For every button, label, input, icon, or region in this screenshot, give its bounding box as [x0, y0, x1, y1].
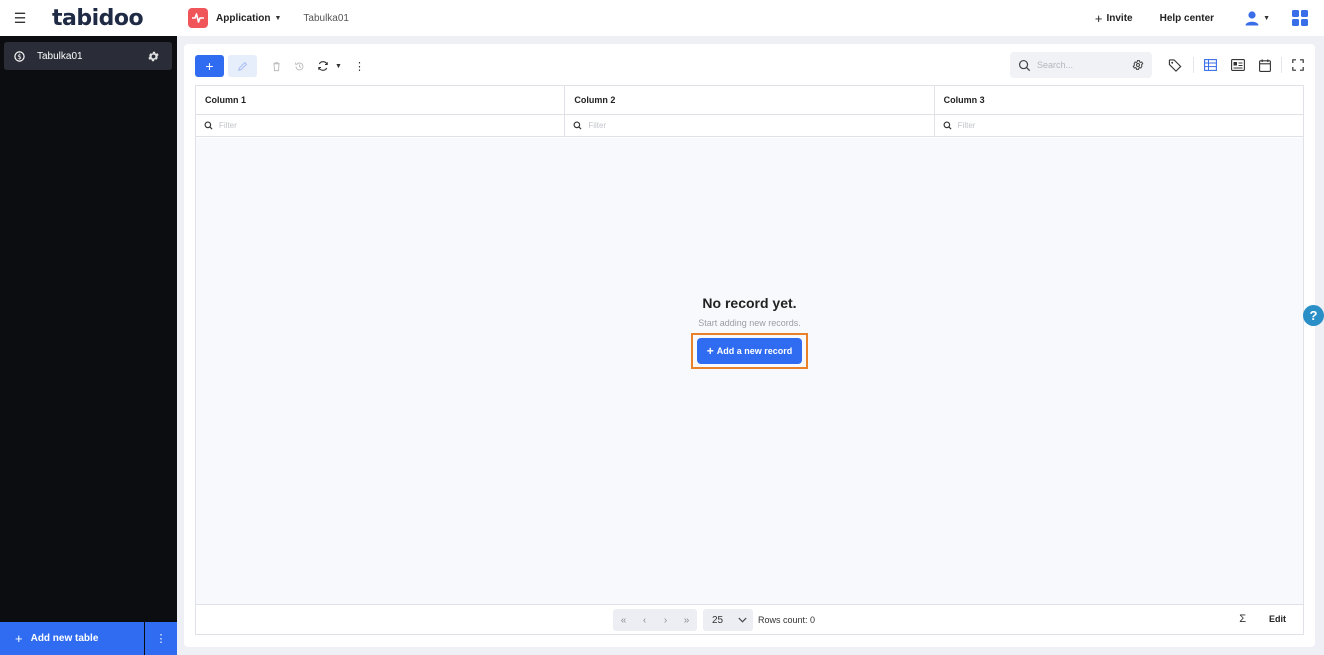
logo: tabidoo — [52, 5, 144, 31]
caret-down-icon[interactable]: ▼ — [335, 63, 342, 70]
filter-cell — [196, 115, 566, 136]
search-input[interactable] — [1037, 60, 1121, 70]
user-icon — [1245, 11, 1259, 26]
filter-input[interactable] — [588, 121, 789, 130]
invite-button[interactable]: + Invite — [1095, 11, 1133, 26]
divider — [1281, 57, 1282, 73]
table-icon: $ — [14, 50, 25, 62]
edit-footer-button[interactable]: Edit — [1269, 614, 1286, 624]
grid-view-icon[interactable] — [1204, 59, 1217, 71]
highlight-frame: + Add a new record — [690, 333, 809, 369]
grid-header: Column 1 Column 2 Column 3 — [196, 86, 1303, 115]
svg-text:$: $ — [17, 53, 21, 61]
help-icon[interactable]: ? — [1303, 305, 1324, 326]
app-name: Application — [216, 12, 271, 24]
grid-footer: « ‹ › » 25 Rows count: 0 Σ Edit — [196, 604, 1303, 634]
sigma-button[interactable]: Σ — [1239, 613, 1246, 625]
pager: « ‹ › » 25 Rows count: 0 — [613, 609, 815, 631]
next-page-icon[interactable]: › — [655, 609, 676, 631]
gear-icon[interactable] — [147, 50, 160, 63]
filter-input[interactable] — [219, 121, 419, 130]
plus-icon: + — [15, 631, 23, 646]
caret-down-icon: ▼ — [1263, 14, 1270, 22]
plus-icon: + — [1094, 10, 1103, 26]
sidebar: $ Tabulka01 + Add new table ⋮ — [0, 36, 177, 655]
filter-cell — [565, 115, 935, 136]
edit-button[interactable] — [228, 55, 257, 77]
column-header[interactable]: Column 2 — [565, 86, 935, 114]
add-new-record-label: Add a new record — [716, 346, 793, 356]
app-pulse-icon — [188, 8, 208, 28]
apps-grid-icon[interactable] — [1292, 10, 1308, 26]
grid-body: No record yet. Start adding new records.… — [196, 138, 1303, 604]
pencil-icon — [238, 61, 248, 71]
divider — [1193, 57, 1194, 73]
add-new-record-button[interactable]: + Add a new record — [696, 338, 803, 364]
toolbar: + ▼ ⋮ — [195, 55, 365, 77]
tag-icon[interactable] — [1168, 58, 1183, 73]
empty-title: No record yet. — [702, 295, 797, 311]
top-bar: ☰ tabidoo Application ▼ Tabulka01 + Invi… — [0, 0, 1324, 36]
prev-page-icon[interactable]: ‹ — [634, 609, 655, 631]
invite-label: Invite — [1106, 12, 1133, 24]
data-grid: Column 1 Column 2 Column 3 No record yet… — [195, 85, 1304, 635]
page-size-value: 25 — [712, 614, 724, 626]
column-header[interactable]: Column 1 — [196, 86, 566, 114]
refresh-icon[interactable]: ▼ — [317, 60, 342, 72]
empty-state: No record yet. Start adding new records.… — [196, 295, 1303, 369]
history-icon[interactable] — [294, 61, 305, 72]
search-box — [1010, 52, 1152, 78]
add-new-table-button[interactable]: + Add new table — [0, 622, 144, 655]
rows-count: Rows count: 0 — [758, 615, 816, 625]
caret-down-icon: ▼ — [274, 14, 282, 22]
page-size-select[interactable]: 25 — [703, 609, 753, 631]
app-selector[interactable]: Application ▼ — [216, 13, 281, 24]
menu-icon[interactable]: ☰ — [0, 10, 40, 27]
add-record-toolbar-button[interactable]: + — [195, 55, 224, 77]
filter-row — [196, 115, 1303, 137]
add-new-table-label: Add new table — [30, 633, 99, 644]
filter-cell — [935, 115, 1303, 136]
sidebar-item-label: Tabulka01 — [37, 50, 83, 62]
sidebar-item-tabulka01[interactable]: $ Tabulka01 — [4, 42, 172, 70]
user-menu[interactable]: ▼ — [1244, 10, 1270, 26]
fullscreen-icon[interactable] — [1292, 59, 1304, 71]
last-page-icon[interactable]: » — [676, 609, 697, 631]
search-icon — [1018, 59, 1031, 71]
search-icon — [204, 121, 213, 130]
calendar-icon[interactable] — [1259, 58, 1271, 72]
search-icon — [943, 121, 952, 130]
plus-icon: + — [205, 58, 214, 74]
search-settings-gear-icon[interactable] — [1132, 59, 1144, 71]
trash-icon[interactable] — [271, 61, 282, 72]
search-icon — [573, 121, 582, 130]
help-center-link[interactable]: Help center — [1160, 13, 1214, 24]
first-page-icon[interactable]: « — [613, 609, 634, 631]
filter-input[interactable] — [957, 121, 1158, 130]
main-panel: + ▼ ⋮ Search... Column 1 Column 2 Column… — [184, 44, 1315, 647]
chevron-down-icon — [738, 617, 747, 623]
plus-icon: + — [706, 344, 714, 358]
breadcrumb-table[interactable]: Tabulka01 — [303, 13, 349, 24]
column-header[interactable]: Column 3 — [935, 86, 1303, 114]
empty-subtitle: Start adding new records. — [698, 318, 801, 328]
card-view-icon[interactable] — [1231, 59, 1245, 71]
more-vertical-icon[interactable]: ⋮ — [354, 60, 365, 73]
more-vertical-icon[interactable]: ⋮ — [145, 622, 177, 655]
